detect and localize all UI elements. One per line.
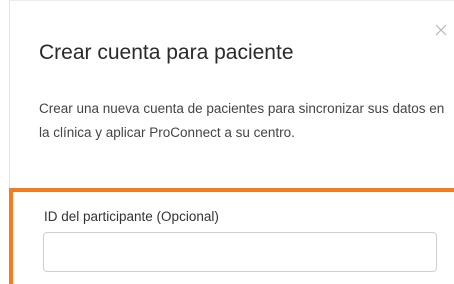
modal-description: Crear una nueva cuenta de pacientes para… bbox=[39, 101, 445, 140]
create-patient-account-modal: Crear cuenta para paciente Crear una nue… bbox=[0, 0, 454, 284]
field-section-highlight-top bbox=[9, 188, 454, 192]
field-section-highlight-left bbox=[9, 188, 13, 284]
close-icon bbox=[435, 24, 447, 36]
participant-id-input[interactable] bbox=[43, 232, 437, 272]
modal-left-border bbox=[9, 0, 10, 188]
participant-id-label: ID del participante (Opcional) bbox=[44, 209, 219, 224]
modal-top-border bbox=[9, 0, 454, 1]
modal-title: Crear cuenta para paciente bbox=[39, 41, 294, 64]
close-button[interactable] bbox=[431, 20, 451, 40]
